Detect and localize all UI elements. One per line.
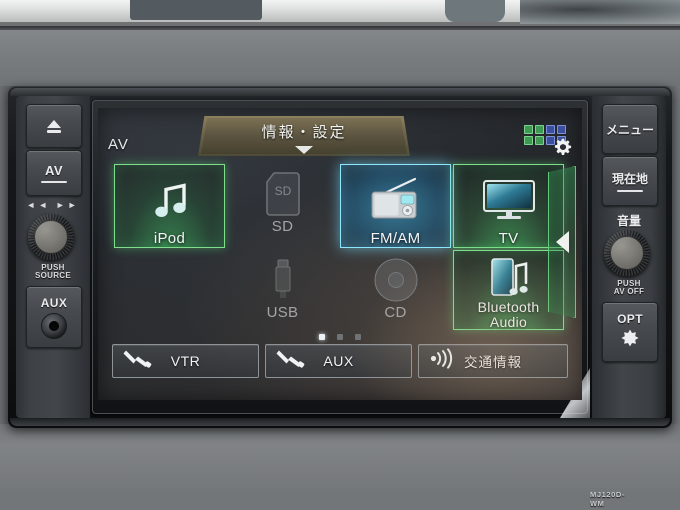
bluetooth-audio-icon bbox=[485, 255, 533, 300]
aux-jack-label: AUX bbox=[40, 295, 68, 310]
eject-button[interactable] bbox=[26, 104, 82, 148]
tile-bluetooth-audio[interactable]: Bluetooth Audio bbox=[453, 250, 564, 330]
flower-asterisk-icon bbox=[620, 328, 640, 353]
tile-label: USB bbox=[266, 304, 299, 321]
tile-label: CD bbox=[384, 304, 407, 321]
traffic-info-button[interactable]: 交通情報 bbox=[418, 344, 568, 378]
tile-label: SD bbox=[271, 218, 294, 235]
eject-icon bbox=[47, 119, 61, 133]
tile-cd[interactable]: CD bbox=[340, 250, 451, 330]
tile-fm-am[interactable]: FM/AM bbox=[340, 164, 451, 248]
page-dot[interactable] bbox=[355, 334, 361, 340]
menu-button[interactable]: メニュー bbox=[602, 104, 658, 154]
windshield-object bbox=[445, 0, 505, 22]
compact-disc-icon bbox=[373, 255, 419, 305]
source-knob[interactable] bbox=[28, 214, 74, 260]
left-button-panel: AV ◄◄ ►► PUSH SOURCE AUX bbox=[16, 96, 90, 418]
plug-connector-icon bbox=[123, 348, 153, 375]
tile-usb[interactable]: USB bbox=[227, 250, 338, 330]
rotary-knob-icon bbox=[28, 214, 74, 260]
page-dot[interactable] bbox=[319, 334, 325, 340]
aux-label: AUX bbox=[323, 353, 354, 369]
tile-tv[interactable]: TV bbox=[453, 164, 564, 248]
info-settings-label: 情報・設定 bbox=[261, 124, 347, 141]
usb-connector-icon bbox=[270, 255, 296, 305]
windshield-object bbox=[520, 0, 680, 24]
windshield-background bbox=[0, 0, 680, 24]
menu-button-label: メニュー bbox=[605, 122, 654, 137]
tile-sd[interactable]: SD SD bbox=[227, 164, 338, 248]
tile-label: iPod bbox=[153, 230, 186, 247]
touchscreen-display[interactable]: AV 情報・設定 iPod SD SD FM/AM TV USB CD Blue… bbox=[98, 108, 582, 400]
previous-page-arrow[interactable] bbox=[548, 166, 576, 318]
tile-label: Bluetooth Audio bbox=[477, 299, 540, 330]
push-av-off-caption: PUSH AV OFF bbox=[613, 279, 645, 297]
rotary-knob-icon bbox=[604, 230, 650, 276]
tile-label: FM/AM bbox=[370, 230, 421, 247]
dashboard-upper-panel bbox=[0, 30, 680, 92]
opt-button[interactable]: OPT bbox=[602, 302, 658, 362]
chevron-left-icon bbox=[555, 231, 569, 253]
vtr-label: VTR bbox=[170, 353, 201, 369]
location-underline-icon bbox=[617, 189, 643, 193]
dashboard-shadow bbox=[0, 480, 680, 510]
windshield-object bbox=[130, 0, 262, 20]
current-location-label: 現在地 bbox=[611, 171, 648, 186]
push-source-caption: PUSH SOURCE bbox=[34, 263, 72, 281]
track-skip-icons: ◄◄ ►► bbox=[26, 200, 80, 210]
audio-jack-icon[interactable] bbox=[41, 312, 67, 339]
av-icon bbox=[41, 180, 67, 184]
gear-icon[interactable] bbox=[554, 138, 572, 156]
source-tile-grid: iPod SD SD FM/AM TV USB CD Bluetooth Aud… bbox=[114, 164, 566, 330]
screenshot-root: AV ◄◄ ►► PUSH SOURCE AUX メニュー 現在地 音量 PUS… bbox=[0, 0, 680, 510]
head-unit-top-edge bbox=[10, 88, 670, 96]
page-dot[interactable] bbox=[337, 334, 343, 340]
model-label: MJ120D-WM bbox=[590, 490, 626, 508]
page-indicator bbox=[98, 334, 582, 340]
av-mode-label: AV bbox=[108, 136, 129, 153]
av-button[interactable]: AV bbox=[26, 150, 82, 196]
aux-jack-button[interactable]: AUX bbox=[26, 286, 82, 348]
av-button-label: AV bbox=[45, 162, 63, 178]
aux-button[interactable]: AUX bbox=[265, 344, 413, 378]
info-settings-tab[interactable]: 情報・設定 bbox=[198, 116, 410, 156]
television-icon bbox=[481, 169, 537, 231]
chevron-down-icon bbox=[295, 146, 313, 154]
svg-text:SD: SD bbox=[274, 184, 291, 198]
right-button-panel: メニュー 現在地 音量 PUSH AV OFF OPT bbox=[592, 96, 666, 418]
plug-connector-icon bbox=[276, 348, 306, 375]
tile-label: TV bbox=[498, 230, 519, 247]
head-unit-bottom-edge bbox=[10, 418, 670, 426]
sd-card-icon: SD bbox=[265, 169, 301, 219]
traffic-info-label: 交通情報 bbox=[464, 355, 523, 370]
opt-button-label: OPT bbox=[617, 311, 643, 326]
tile-ipod[interactable]: iPod bbox=[114, 164, 225, 248]
broadcast-signal-icon bbox=[429, 348, 459, 374]
volume-label: 音量 bbox=[616, 214, 641, 228]
vtr-button[interactable]: VTR bbox=[112, 344, 260, 378]
volume-knob[interactable] bbox=[604, 230, 650, 276]
radio-icon bbox=[367, 169, 425, 231]
bottom-button-bar: VTR AUX 交通情報 bbox=[112, 344, 568, 378]
current-location-button[interactable]: 現在地 bbox=[602, 156, 658, 206]
music-note-icon bbox=[150, 169, 190, 231]
app-grid-icon[interactable] bbox=[524, 125, 572, 155]
